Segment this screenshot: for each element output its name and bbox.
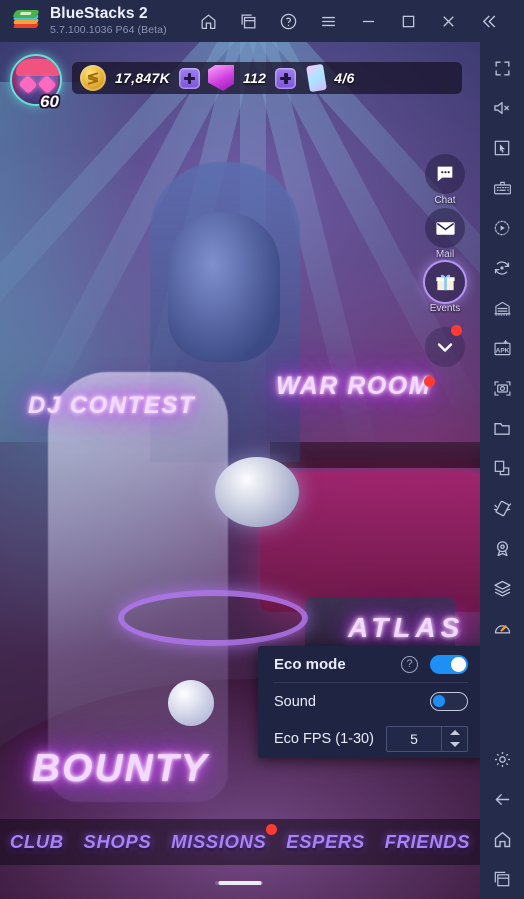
rotate-button[interactable] bbox=[482, 248, 522, 288]
chat-label: Chat bbox=[434, 195, 456, 206]
events-button[interactable]: Events bbox=[422, 262, 468, 314]
add-gold-button[interactable] bbox=[179, 67, 201, 89]
nav-club[interactable]: CLUB bbox=[10, 831, 64, 853]
nav-missions-label: MISSIONS bbox=[171, 831, 267, 852]
collapse-notification-dot bbox=[451, 325, 462, 336]
recent-apps-button[interactable] bbox=[482, 859, 522, 899]
home-button[interactable] bbox=[189, 0, 229, 42]
eco-fps-label: Eco FPS (1-30) bbox=[274, 730, 374, 747]
back-button[interactable] bbox=[482, 779, 522, 819]
bluestacks-logo-icon bbox=[12, 9, 40, 33]
eco-fps-decrement-button[interactable] bbox=[442, 739, 467, 751]
install-apk-button[interactable]: APK bbox=[482, 328, 522, 368]
player-level-badge: 60 bbox=[40, 92, 59, 111]
svg-text:APK: APK bbox=[495, 347, 509, 354]
collapse-sidebar-button[interactable] bbox=[469, 0, 509, 42]
close-button[interactable] bbox=[429, 0, 469, 42]
collapse-panel-button[interactable] bbox=[422, 325, 468, 367]
war-room-notification-dot bbox=[424, 376, 436, 387]
nav-friends[interactable]: FRIENDS bbox=[385, 831, 470, 853]
settings-button[interactable] bbox=[482, 739, 522, 779]
scene-orb bbox=[168, 680, 214, 726]
eco-mode-help-icon[interactable]: ? bbox=[401, 655, 418, 673]
chat-bubble-icon bbox=[425, 154, 465, 194]
multi-layer-button[interactable] bbox=[482, 568, 522, 608]
macro-recorder-button[interactable] bbox=[482, 208, 522, 248]
gem-value: 112 bbox=[243, 70, 267, 86]
game-viewport[interactable]: DJ CONTEST WAR ROOM ATLAS BOUNTY 60 17,8… bbox=[0, 42, 480, 899]
shake-button[interactable] bbox=[482, 488, 522, 528]
nav-espers[interactable]: ESPERS bbox=[286, 831, 365, 853]
mute-button[interactable] bbox=[482, 88, 522, 128]
ticket-icon bbox=[306, 63, 328, 93]
game-hud: 60 17,847K 112 4/6 bbox=[0, 52, 480, 111]
tool-sidebar: APK bbox=[480, 42, 524, 899]
currency-gem: 112 bbox=[200, 62, 297, 94]
gift-icon bbox=[425, 262, 465, 302]
title-bar: BlueStacks 2 5.7.100.1036 P64 (Beta) bbox=[0, 0, 524, 42]
sound-toggle[interactable] bbox=[430, 692, 468, 711]
app-version: 5.7.100.1036 P64 (Beta) bbox=[50, 23, 167, 36]
eco-mode-label: Eco mode bbox=[274, 655, 346, 673]
android-home-button[interactable] bbox=[482, 819, 522, 859]
minimize-button[interactable] bbox=[349, 0, 389, 42]
mail-label: Mail bbox=[435, 249, 455, 260]
eco-mode-row: Eco mode ? bbox=[274, 646, 468, 683]
nav-missions-notification-dot bbox=[266, 824, 278, 835]
gold-coin-icon bbox=[80, 65, 106, 91]
scene-magic-ring bbox=[118, 590, 308, 646]
mail-button[interactable]: Mail bbox=[422, 208, 468, 260]
game-bottom-nav: CLUB SHOPS MISSIONS ESPERS FRIENDS bbox=[0, 819, 480, 865]
android-home-indicator bbox=[218, 881, 262, 885]
war-room-sign[interactable]: WAR ROOM bbox=[276, 372, 436, 401]
ticket-value: 4/6 bbox=[334, 70, 355, 86]
eco-fps-value[interactable]: 5 bbox=[387, 726, 441, 751]
title-bar-buttons bbox=[189, 0, 509, 42]
nav-shops[interactable]: SHOPS bbox=[84, 831, 152, 853]
media-manager-button[interactable] bbox=[482, 408, 522, 448]
eco-fps-stepper[interactable]: 5 bbox=[386, 725, 468, 752]
eco-mode-toggle[interactable] bbox=[430, 654, 468, 674]
bounty-sign[interactable]: BOUNTY bbox=[32, 747, 209, 791]
player-character bbox=[48, 372, 228, 802]
fullscreen-button[interactable] bbox=[482, 48, 522, 88]
app-title: BlueStacks 2 bbox=[50, 5, 148, 23]
currency-bar: 17,847K 112 4/6 bbox=[72, 62, 462, 94]
atlas-sign[interactable]: ATLAS bbox=[348, 612, 464, 644]
nav-missions[interactable]: MISSIONS bbox=[171, 824, 278, 853]
eco-fps-arrows bbox=[441, 726, 467, 751]
war-room-label: WAR ROOM bbox=[276, 372, 432, 400]
game-controls-button[interactable] bbox=[482, 288, 522, 328]
gem-icon bbox=[208, 65, 235, 91]
copy-button[interactable] bbox=[482, 448, 522, 488]
dj-contest-sign[interactable]: DJ CONTEST bbox=[28, 392, 195, 420]
screenshot-button[interactable] bbox=[482, 368, 522, 408]
sound-row: Sound bbox=[274, 683, 468, 720]
eco-fps-row: Eco FPS (1-30) 5 bbox=[274, 720, 468, 757]
gold-value: 17,847K bbox=[115, 70, 171, 86]
eco-mode-button[interactable] bbox=[482, 608, 522, 648]
keyboard-controls-button[interactable] bbox=[482, 168, 522, 208]
bluestacks-window: BlueStacks 2 5.7.100.1036 P64 (Beta) DJ … bbox=[0, 0, 524, 899]
multi-instance-button[interactable] bbox=[229, 0, 269, 42]
scene-statue-head bbox=[168, 212, 280, 362]
add-gem-button[interactable] bbox=[275, 67, 297, 89]
title-text-block: BlueStacks 2 5.7.100.1036 P64 (Beta) bbox=[50, 5, 167, 36]
chat-button[interactable]: Chat bbox=[422, 154, 468, 206]
menu-button[interactable] bbox=[309, 0, 349, 42]
envelope-icon bbox=[425, 208, 465, 248]
currency-ticket: 4/6 bbox=[296, 62, 363, 94]
maximize-button[interactable] bbox=[389, 0, 429, 42]
events-label: Events bbox=[429, 303, 461, 314]
sound-label: Sound bbox=[274, 693, 316, 710]
currency-gold: 17,847K bbox=[72, 62, 201, 94]
eco-mode-panel: Eco mode ? Sound Eco FPS (1-30) 5 bbox=[258, 646, 480, 758]
eco-fps-increment-button[interactable] bbox=[442, 727, 467, 739]
cursor-control-button[interactable] bbox=[482, 128, 522, 168]
location-button[interactable] bbox=[482, 528, 522, 568]
help-button[interactable] bbox=[269, 0, 309, 42]
scene-bar-counter bbox=[270, 442, 480, 468]
scene-droid bbox=[215, 457, 299, 527]
